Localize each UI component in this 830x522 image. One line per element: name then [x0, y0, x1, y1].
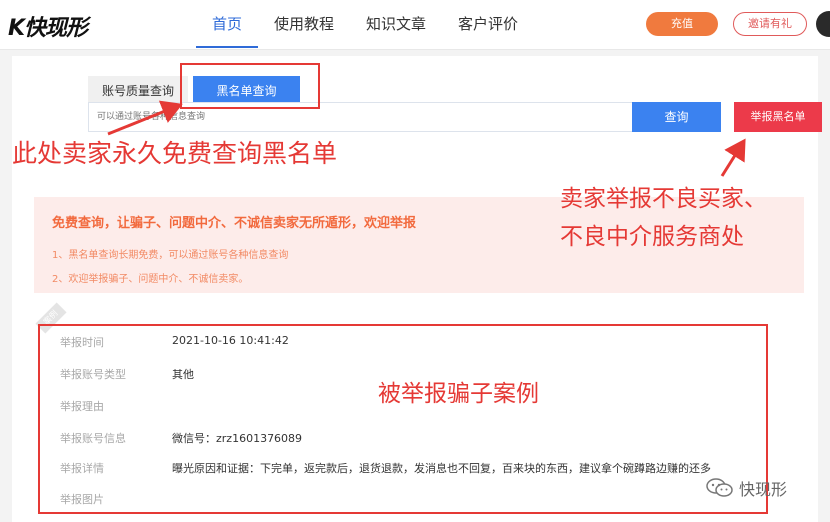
annotation-case-example: 被举报骗子案例 — [378, 381, 539, 407]
nav-tutorial[interactable]: 使用教程 — [258, 0, 350, 48]
annotation-report-line-1: 卖家举报不良买家、 — [560, 186, 767, 212]
notice-title: 免费查询，让骗子、问题中介、不诚信卖家无所遁形，欢迎举报 — [52, 216, 417, 231]
recharge-button[interactable]: 充值 — [646, 12, 718, 36]
annotation-box-tab — [180, 63, 320, 109]
report-blacklist-button[interactable]: 举报黑名单 — [734, 102, 822, 132]
nav-articles[interactable]: 知识文章 — [350, 0, 442, 48]
nav-reviews[interactable]: 客户评价 — [442, 0, 534, 48]
query-button[interactable]: 查询 — [632, 102, 721, 132]
watermark-label: 快现形 — [739, 480, 788, 499]
annotation-free-query: 此处卖家永久免费查询黑名单 — [12, 139, 338, 168]
notice-line-2: 2、欢迎举报骗子、问题中介、不诚信卖家。 — [52, 274, 249, 285]
main-nav: 首页 使用教程 知识文章 客户评价 — [196, 0, 534, 50]
annotation-box-case — [38, 324, 768, 514]
nav-home[interactable]: 首页 — [196, 0, 259, 48]
annotation-report-line-2: 不良中介服务商处 — [560, 224, 744, 250]
notice-line-1: 1、黑名单查询长期免费，可以通过账号各种信息查询 — [52, 250, 289, 261]
top-header: K快现形 首页 使用教程 知识文章 客户评价 充值 邀请有礼 — [0, 0, 830, 50]
search-input[interactable] — [88, 102, 634, 132]
wechat-watermark: 快现形 — [705, 476, 787, 500]
avatar[interactable] — [816, 11, 830, 37]
site-logo[interactable]: K快现形 — [8, 10, 88, 42]
wechat-icon — [706, 478, 733, 497]
invite-button[interactable]: 邀请有礼 — [733, 12, 807, 36]
